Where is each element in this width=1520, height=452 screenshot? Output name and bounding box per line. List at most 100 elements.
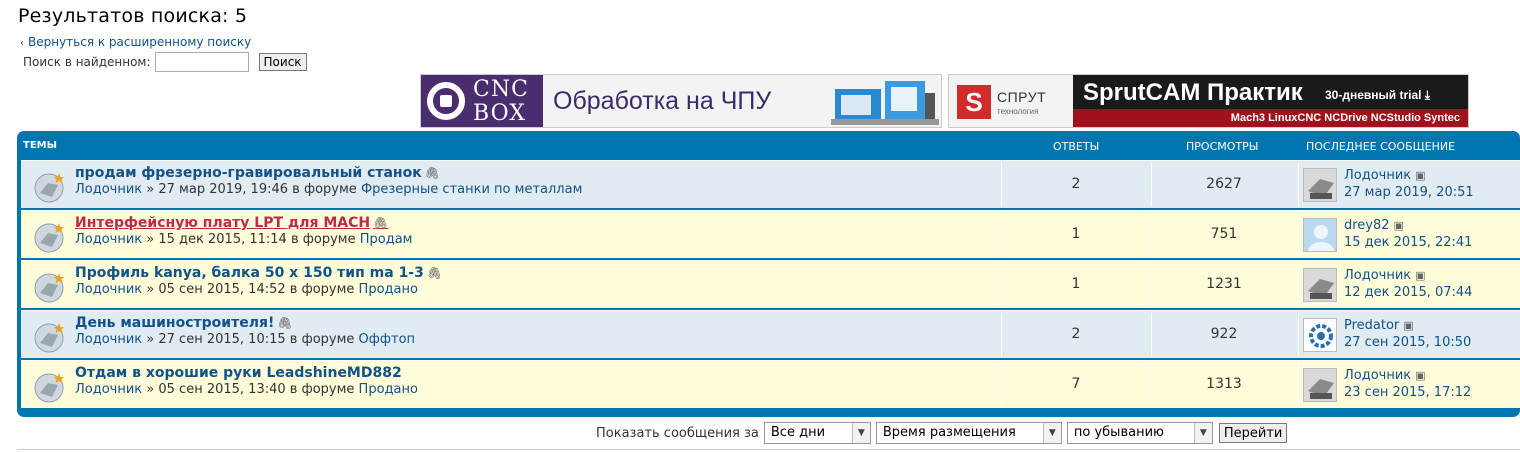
topic-title-link[interactable]: Отдам в хорошие руки LeadshineMD882 bbox=[75, 365, 402, 381]
attachment-icon: 🖇 bbox=[426, 266, 443, 280]
sprutcam-title: SprutCAM Практик bbox=[1083, 79, 1303, 106]
topic-title-text: Отдам в хорошие руки LeadshineMD882 bbox=[75, 365, 402, 381]
table-row: продам фрезерно-гравировальный станок 🖇 Ло… bbox=[21, 160, 1520, 208]
topic-author-link[interactable]: Лодочник bbox=[75, 282, 142, 297]
last-post-author: Лодочник ▣ bbox=[1344, 168, 1426, 183]
last-post-author: drey82 ▣ bbox=[1344, 218, 1404, 233]
goto-last-post-icon[interactable]: ▣ bbox=[1403, 319, 1413, 332]
topic-author-link[interactable]: Лодочник bbox=[75, 382, 142, 397]
topic-read-icon bbox=[34, 223, 64, 253]
forum-link[interactable]: Продам bbox=[360, 232, 413, 247]
gear-icon bbox=[427, 82, 465, 120]
replies-count: 2 bbox=[1071, 326, 1081, 342]
table-row: Интерфейсную плату LPT для MACH 🖇 Лодочник… bbox=[21, 210, 1520, 258]
last-post-author-link[interactable]: Лодочник bbox=[1344, 268, 1411, 283]
goto-last-post-icon[interactable]: ▣ bbox=[1415, 369, 1425, 382]
attachment-icon: 🖇 bbox=[277, 316, 293, 330]
avatar[interactable] bbox=[1303, 318, 1337, 352]
sort-bar: Показать сообщения за Все дни ▼ Время ра… bbox=[596, 422, 1288, 444]
in-forum-label: в форуме bbox=[289, 282, 355, 297]
topic-title-link[interactable]: продам фрезерно-гравировальный станок 🖇 bbox=[75, 165, 440, 181]
goto-last-post-icon[interactable]: ▣ bbox=[1394, 219, 1404, 232]
days-select-value: Все дни bbox=[770, 425, 826, 440]
cncbox-banner-text: Обработка на ЧПУ bbox=[553, 87, 772, 115]
goto-last-post-icon[interactable]: ▣ bbox=[1415, 269, 1425, 282]
topic-title-link[interactable]: Интерфейсную плату LPT для MACH 🖇 bbox=[75, 215, 388, 231]
topic-meta: Лодочник » 05 сен 2015, 13:40 в форуме П… bbox=[75, 382, 418, 397]
topic-author-link[interactable]: Лодочник bbox=[75, 232, 142, 247]
avatar[interactable] bbox=[1303, 268, 1337, 302]
cncbox-logo: CNC BOX bbox=[421, 75, 543, 127]
days-select[interactable]: Все дни ▼ bbox=[763, 422, 871, 444]
table-row: Отдам в хорошие руки LeadshineMD882 Лодоч… bbox=[21, 360, 1520, 408]
forum-link[interactable]: Фрезерные станки по металлам bbox=[361, 182, 582, 197]
views-count: 2627 bbox=[1206, 176, 1242, 192]
topic-author-link[interactable]: Лодочник bbox=[75, 332, 142, 347]
goto-last-post-icon[interactable]: ▣ bbox=[1415, 169, 1425, 182]
topic-meta: Лодочник » 05 сен 2015, 14:52 в форуме П… bbox=[75, 282, 418, 297]
forum-link[interactable]: Продано bbox=[359, 382, 418, 397]
topic-read-icon bbox=[34, 373, 64, 403]
chevron-down-icon: ▼ bbox=[851, 423, 870, 443]
avatar[interactable] bbox=[1303, 168, 1337, 202]
cncbox-logo-line2: BOX bbox=[473, 101, 526, 126]
last-post-author-link[interactable]: Лодочник bbox=[1344, 368, 1411, 383]
topic-meta: Лодочник » 15 дек 2015, 11:14 в форуме П… bbox=[75, 232, 413, 247]
page-title: Результатов поиска: 5 bbox=[18, 5, 248, 27]
in-forum-label: в форуме bbox=[292, 182, 357, 197]
back-to-advanced-search-link[interactable]: ‹ Вернуться к расширенному поиску bbox=[20, 35, 251, 49]
last-post-time: 15 дек 2015, 22:41 bbox=[1344, 235, 1473, 250]
chevron-down-icon: ▼ bbox=[1042, 423, 1061, 443]
replies-count: 2 bbox=[1071, 176, 1081, 192]
topic-title-link[interactable]: Профиль kanya, балка 50 х 150 тип ma 1-3… bbox=[75, 265, 442, 281]
last-post-author: Лодочник ▣ bbox=[1344, 268, 1426, 283]
avatar[interactable] bbox=[1303, 218, 1337, 252]
sort-by-select-value: Время размещения bbox=[882, 425, 1016, 440]
views-count: 1313 bbox=[1206, 376, 1242, 392]
column-divider bbox=[1001, 163, 1002, 206]
table-row: Профиль kanya, балка 50 х 150 тип ma 1-3… bbox=[21, 260, 1520, 308]
last-post-author-link[interactable]: drey82 bbox=[1344, 218, 1390, 233]
topic-author-link[interactable]: Лодочник bbox=[75, 182, 142, 197]
back-link-label: Вернуться к расширенному поиску bbox=[28, 35, 252, 49]
sort-direction-select[interactable]: по убыванию ▼ bbox=[1066, 422, 1213, 444]
topic-meta: Лодочник » 27 сен 2015, 10:15 в форуме О… bbox=[75, 332, 416, 347]
column-divider bbox=[1001, 263, 1002, 306]
forum-link[interactable]: Оффтоп bbox=[359, 332, 416, 347]
results-list: продам фрезерно-гравировальный станок 🖇 Ло… bbox=[21, 160, 1520, 410]
go-button[interactable]: Перейти bbox=[1218, 423, 1288, 443]
topic-title-text: Профиль kanya, балка 50 х 150 тип ma 1-3 bbox=[75, 265, 424, 281]
topic-title-link[interactable]: День машиностроителя! 🖇 bbox=[75, 315, 293, 331]
avatar[interactable] bbox=[1303, 368, 1337, 402]
attachment-icon: 🖇 bbox=[424, 166, 440, 180]
last-post-author-link[interactable]: Лодочник bbox=[1344, 168, 1411, 183]
last-post-author-link[interactable]: Predator bbox=[1344, 318, 1399, 333]
sort-by-select[interactable]: Время размещения ▼ bbox=[875, 422, 1062, 444]
cncbox-banner[interactable]: CNC BOX Обработка на ЧПУ bbox=[420, 74, 942, 128]
sprut-s-icon: S bbox=[957, 85, 991, 119]
topic-title-text: Интерфейсную плату LPT для MACH bbox=[75, 215, 371, 231]
column-divider bbox=[1298, 313, 1299, 356]
sprut-logo: S СПРУТ технология bbox=[949, 75, 1073, 127]
topic-read-icon bbox=[34, 173, 64, 203]
topic-date: 27 сен 2015, 10:15 bbox=[158, 332, 286, 347]
in-forum-label: в форуме bbox=[289, 332, 355, 347]
topic-read-icon bbox=[34, 323, 64, 353]
search-within-input[interactable] bbox=[154, 52, 249, 72]
last-post-time: 27 мар 2019, 20:51 bbox=[1344, 185, 1474, 200]
chevron-down-icon: ▼ bbox=[1193, 423, 1212, 443]
topic-date: 05 сен 2015, 14:52 bbox=[158, 282, 286, 297]
column-divider bbox=[1298, 363, 1299, 406]
table-row: День машиностроителя! 🖇 Лодочник » 27 сен … bbox=[21, 310, 1520, 358]
column-divider bbox=[1001, 363, 1002, 406]
divider bbox=[17, 449, 1520, 450]
forum-link[interactable]: Продано bbox=[359, 282, 418, 297]
views-count: 751 bbox=[1210, 226, 1238, 242]
column-divider bbox=[1151, 163, 1152, 206]
column-divider bbox=[1298, 213, 1299, 256]
search-button[interactable]: Поиск bbox=[258, 53, 307, 71]
sprutcam-banner[interactable]: S СПРУТ технология SprutCAM Практик 30-д… bbox=[948, 74, 1469, 128]
column-divider bbox=[1151, 313, 1152, 356]
search-within-label: Поиск в найденном: bbox=[23, 55, 151, 69]
header-replies: ОТВЕТЫ bbox=[1053, 140, 1100, 153]
